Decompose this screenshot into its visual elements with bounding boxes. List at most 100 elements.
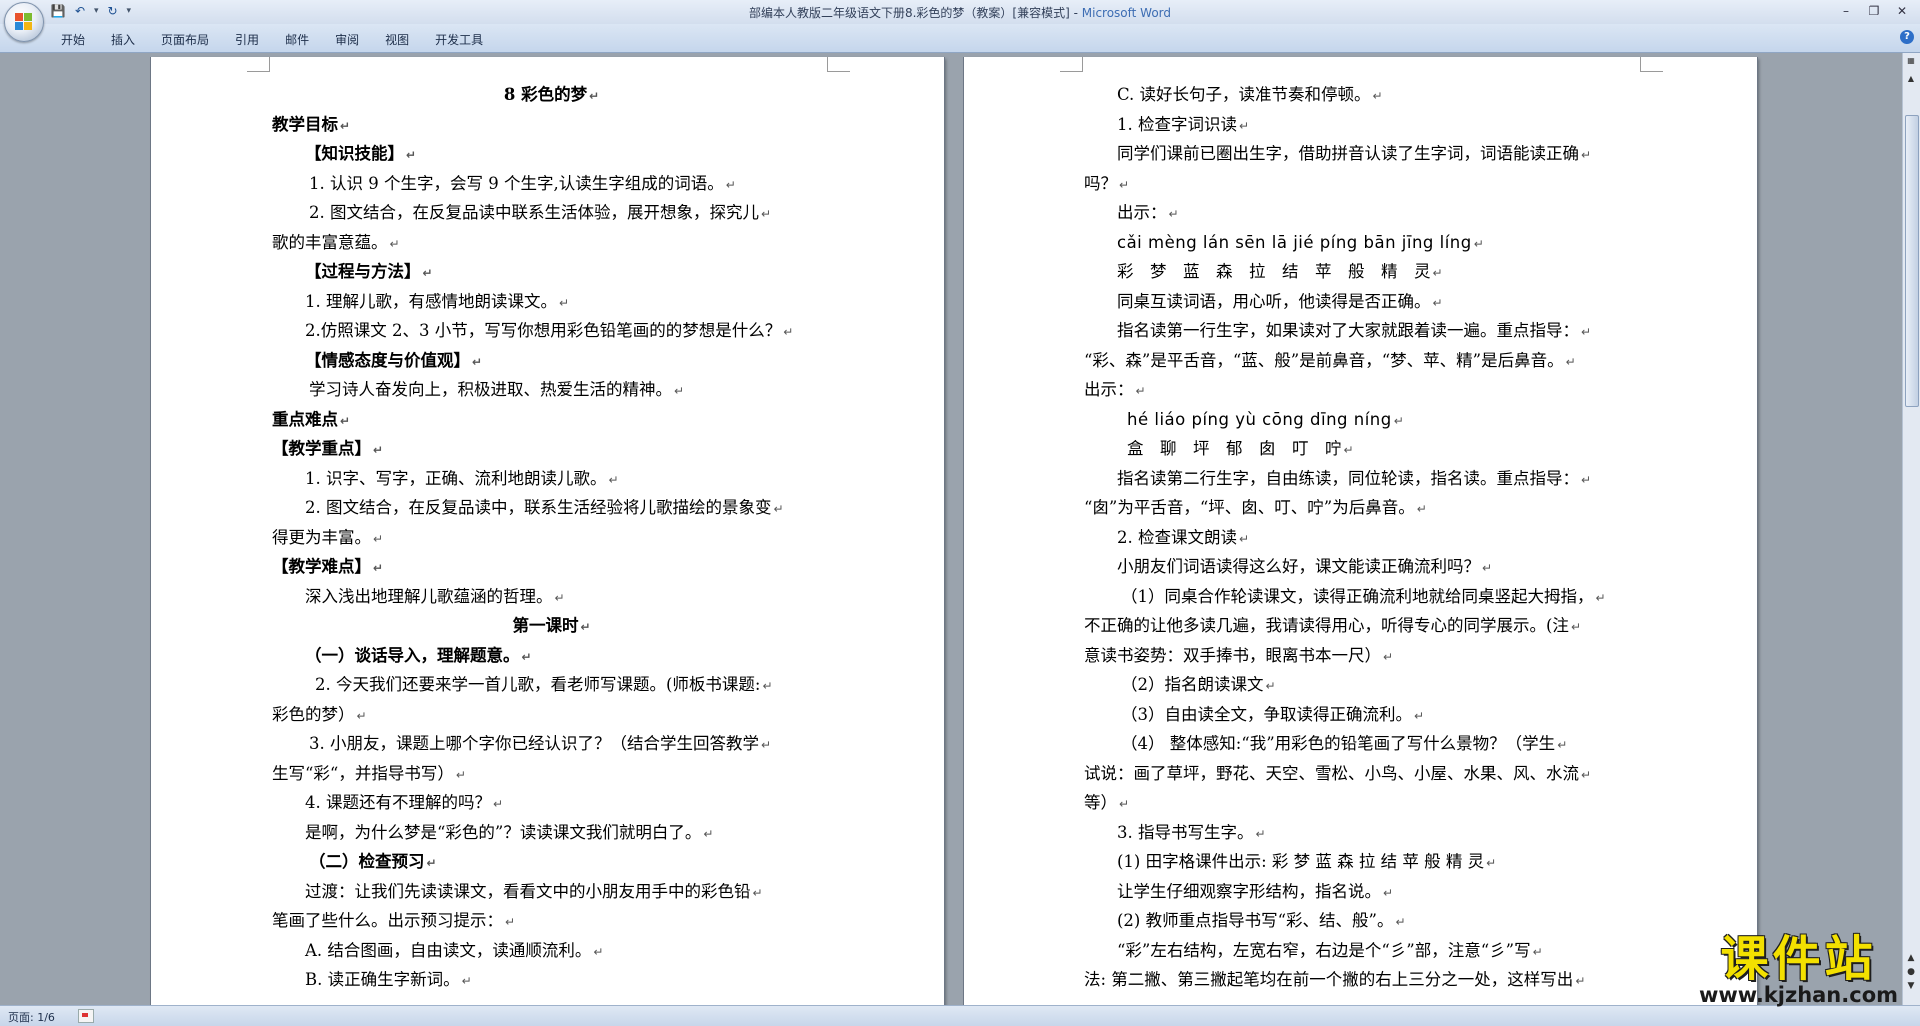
document-line[interactable]: 指名读第二行生字，自由练读，同位轮读，指名读。重点指导： ↵ (1084, 464, 1643, 494)
ribbon-tab[interactable]: 邮件 (272, 29, 322, 50)
document-line[interactable]: 是啊，为什么梦是“彩色的”？读读课文我们就明白了。 ↵ (272, 818, 831, 848)
document-line[interactable]: 【过程与方法】 ↵ (272, 257, 831, 287)
document-line[interactable]: （1）同桌合作轮读课文，读得正确流利地就给同桌竖起大拇指， ↵ (1084, 582, 1643, 612)
close-icon[interactable]: ✕ (1890, 2, 1914, 20)
document-line[interactable]: 【知识技能】 ↵ (272, 139, 831, 169)
document-line[interactable]: 彩 梦 蓝 森 拉 结 苹 般 精 灵 ↵ (1084, 257, 1643, 287)
office-button[interactable] (4, 2, 44, 42)
ribbon-tab[interactable]: 开发工具 (422, 29, 496, 50)
document-line[interactable]: （2）指名朗读课文 ↵ (1084, 670, 1643, 700)
document-line[interactable]: 不正确的让他多读几遍，我请读得用心，听得专心的同学展示。(注 ↵ (1084, 611, 1643, 641)
document-line[interactable]: 小朋友们词语读得这么好，课文能读正确流利吗？ ↵ (1084, 552, 1643, 582)
document-line[interactable]: （一）谈话导入，理解题意。 ↵ (272, 641, 831, 671)
document-line[interactable]: 出示： ↵ (1084, 198, 1643, 228)
scrollbar-thumb[interactable] (1905, 115, 1919, 407)
document-line[interactable]: 指名读第一行生字，如果读对了大家就跟着读一遍。重点指导： ↵ (1084, 316, 1643, 346)
document-line[interactable]: 彩色的梦） ↵ (272, 700, 831, 730)
ribbon-tab[interactable]: 页面布局 (148, 29, 222, 50)
scroll-up-icon[interactable]: ▲ (1905, 73, 1917, 85)
document-line[interactable]: 法: 第二撇、第三撇起笔均在前一个撇的右上三分之一处，这样写出 ↵ (1084, 965, 1643, 995)
document-line[interactable]: 2. 图文结合，在反复品读中联系生活体验，展开想象，探究儿 ↵ (272, 198, 831, 228)
document-line[interactable]: 8 彩色的梦 ↵ (272, 80, 831, 110)
line-text: 8 彩色的梦 (503, 85, 588, 104)
document-line[interactable]: 试说：画了草坪，野花、天空、雪松、小鸟、小屋、水果、风、水流 ↵ (1084, 759, 1643, 789)
document-line[interactable]: 2.仿照课文 2、3 小节，写写你想用彩色铅笔画的的梦想是什么？ ↵ (272, 316, 831, 346)
document-line[interactable]: 2. 图文结合，在反复品读中，联系生活经验将儿歌描绘的景象变 ↵ (272, 493, 831, 523)
ribbon-tab[interactable]: 引用 (222, 29, 272, 50)
ribbon-tab[interactable]: 审阅 (322, 29, 372, 50)
document-line[interactable]: 歌的丰富意蕴。 ↵ (272, 228, 831, 258)
document-line[interactable]: 过渡：让我们先读读课文，看看文中的小朋友用手中的彩色铅 ↵ (272, 877, 831, 907)
document-line[interactable]: 3. 指导书写生字。 ↵ (1084, 818, 1643, 848)
help-icon[interactable]: ? (1900, 30, 1914, 44)
document-line[interactable]: (2) 教师重点指导书写“彩、结、般”。 ↵ (1084, 906, 1643, 936)
ribbon-tab[interactable]: 插入 (98, 29, 148, 50)
line-text: 小朋友们词语读得这么好，课文能读正确流利吗？ (1117, 557, 1480, 576)
document-line[interactable]: 盒 聊 坪 郁 囱 叮 咛 ↵ (1084, 434, 1643, 464)
document-line[interactable]: 1. 认识 9 个生字，会写 9 个生字,认读生字组成的词语。 ↵ (272, 169, 831, 199)
document-area[interactable]: 8 彩色的梦 ↵ 教学目标 ↵ 【知识技能】 ↵ 1. 认识 9 个生字，会写 9 个生字,… (0, 53, 1903, 1005)
line-text: 试说：画了草坪，野花、天空、雪松、小鸟、小屋、水果、风、水流 (1084, 763, 1579, 783)
document-line[interactable]: 同桌互读词语，用心听，他读得是否正确。 ↵ (1084, 287, 1643, 317)
document-line[interactable]: 4. 课题还有不理解的吗？ ↵ (272, 788, 831, 818)
document-line[interactable]: （3）自由读全文，争取读得正确流利。 ↵ (1084, 700, 1643, 730)
document-line[interactable]: 1. 理解儿歌，有感情地朗读课文。 ↵ (272, 287, 831, 317)
proofing-icon[interactable] (78, 1009, 94, 1023)
document-line[interactable]: B. 读正确生字新词。 ↵ (272, 965, 831, 995)
document-line[interactable]: 让学生仔细观察字形结构，指名说。 ↵ (1084, 877, 1643, 907)
page-right-text[interactable]: C. 读好长句子，读准节奏和停顿。 ↵ 1. 检查字词识读 ↵ 同学们课前已圈出生字，借… (1084, 80, 1643, 995)
line-text: 重点难点 (272, 409, 338, 429)
document-line[interactable]: 意读书姿势：双手捧书，眼离书本一尺） ↵ (1084, 641, 1643, 671)
page-left[interactable]: 8 彩色的梦 ↵ 教学目标 ↵ 【知识技能】 ↵ 1. 认识 9 个生字，会写 9 个生字,… (151, 57, 944, 1005)
document-line[interactable]: 得更为丰富。 ↵ (272, 523, 831, 553)
document-line[interactable]: C. 读好长句子，读准节奏和停顿。 ↵ (1084, 80, 1643, 110)
document-line[interactable]: 【情感态度与价值观】 ↵ (272, 346, 831, 376)
document-line[interactable]: 出示： ↵ (1084, 375, 1643, 405)
paragraph-mark-icon: ↵ (1343, 443, 1354, 457)
document-line[interactable]: 第一课时 ↵ (272, 611, 831, 641)
document-line[interactable]: 【教学重点】 ↵ (272, 434, 831, 464)
page-count[interactable]: 页面: 1/6 (8, 1009, 55, 1025)
previous-page-icon[interactable]: ▲ (1905, 953, 1917, 963)
line-text: 深入浅出地理解儿歌蕴涵的哲理。 (305, 586, 553, 606)
document-line[interactable]: cǎi mèng lán sēn lā jié píng bān jīng lí… (1084, 228, 1643, 258)
select-browse-object-icon[interactable]: ● (1905, 967, 1917, 977)
ribbon-tab[interactable]: 开始 (48, 29, 98, 50)
document-line[interactable]: “彩、森”是平舌音，“蓝、般”是前鼻音，“梦、苹、精”是后鼻音。 ↵ (1084, 346, 1643, 376)
document-line[interactable]: 2. 检查课文朗读 ↵ (1084, 523, 1643, 553)
document-line[interactable]: 1. 识字、写字，正确、流利地朗读儿歌。 ↵ (272, 464, 831, 494)
document-line[interactable]: “囱”为平舌音，“坪、囱、叮、咛”为后鼻音。 ↵ (1084, 493, 1643, 523)
document-line[interactable]: 生写“彩“，并指导书写） ↵ (272, 759, 831, 789)
document-line[interactable]: A. 结合图画，自由读文，读通顺流利。 ↵ (272, 936, 831, 966)
ribbon-tab[interactable]: 视图 (372, 29, 422, 50)
document-line[interactable]: （4） 整体感知:“我”用彩色的铅笔画了写什么景物？（学生 ↵ (1084, 729, 1643, 759)
document-line[interactable]: 2. 今天我们还要来学一首儿歌，看老师写课题。(师板书课题: ↵ (272, 670, 831, 700)
document-line[interactable]: 重点难点 ↵ (272, 405, 831, 435)
paragraph-mark-icon: ↵ (455, 767, 466, 782)
document-line[interactable]: (1) 田字格课件出示: 彩 梦 蓝 森 拉 结 苹 般 精 灵 ↵ (1084, 847, 1643, 877)
document-line[interactable]: 学习诗人奋发向上，积极进取、热爱生活的精神。 ↵ (272, 375, 831, 405)
document-line[interactable]: 吗？ ↵ (1084, 169, 1643, 199)
document-line[interactable]: 深入浅出地理解儿歌蕴涵的哲理。 ↵ (272, 582, 831, 612)
document-line[interactable]: （二）检查预习 ↵ (272, 847, 831, 877)
line-text: (2) 教师重点指导书写“彩、结、般”。 (1117, 911, 1394, 930)
document-line[interactable]: 笔画了些什么。出示预习提示： ↵ (272, 906, 831, 936)
document-line[interactable]: hé liáo píng yù cōng dīng níng ↵ (1084, 405, 1643, 435)
ruler-toggle-icon[interactable]: ▦ (1905, 55, 1917, 67)
page-right[interactable]: C. 读好长句子，读准节奏和停顿。 ↵ 1. 检查字词识读 ↵ 同学们课前已圈出生字，借… (964, 57, 1757, 1005)
document-line[interactable]: 同学们课前已圈出生字，借助拼音认读了生字词，词语能读正确 ↵ (1084, 139, 1643, 169)
document-line[interactable]: 1. 检查字词识读 ↵ (1084, 110, 1643, 140)
paragraph-mark-icon: ↵ (589, 89, 600, 103)
vertical-scrollbar[interactable]: ▦ ▲ ▲ ● ▼ (1902, 53, 1920, 1005)
document-line[interactable]: 等） ↵ (1084, 788, 1643, 818)
document-line[interactable]: 教学目标 ↵ (272, 110, 831, 140)
document-line[interactable]: “彩”左右结构，左宽右窄，右边是个“彡”部，注意“彡”写 ↵ (1084, 936, 1643, 966)
line-text: 3. 指导书写生字。 (1117, 822, 1254, 842)
next-page-icon[interactable]: ▼ (1905, 981, 1917, 991)
restore-icon[interactable]: ❐ (1862, 2, 1886, 20)
minimize-icon[interactable]: – (1834, 2, 1858, 20)
document-line[interactable]: 【教学难点】 ↵ (272, 552, 831, 582)
document-line[interactable]: 3. 小朋友，课题上哪个字你已经认识了？（结合学生回答教学 ↵ (272, 729, 831, 759)
watermark-url: www.kjzhan.com (1698, 983, 1898, 1007)
page-left-text[interactable]: 8 彩色的梦 ↵ 教学目标 ↵ 【知识技能】 ↵ 1. 认识 9 个生字，会写 9 个生字,… (272, 80, 831, 995)
